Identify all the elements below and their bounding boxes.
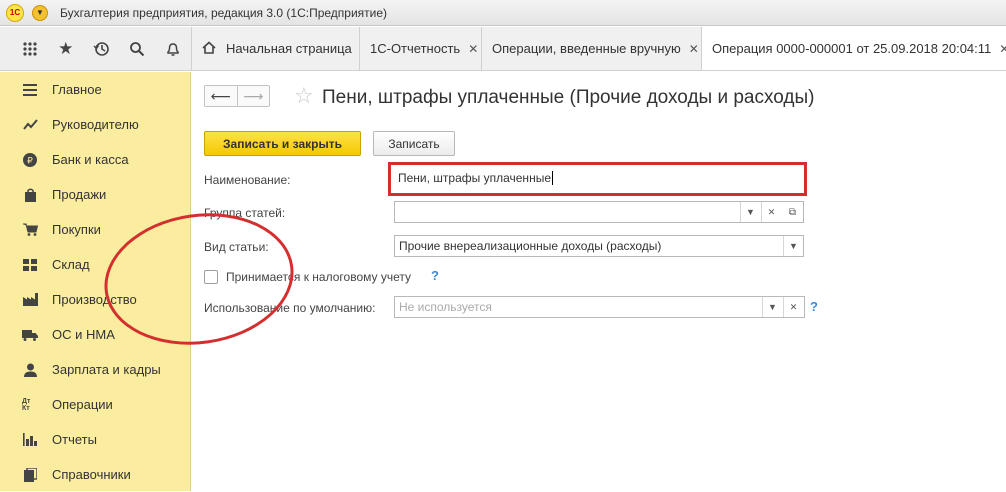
group-input[interactable]: ▼ ✕ [394, 201, 783, 223]
navigation-buttons: ⟵ ⟶ [204, 85, 270, 107]
sidebar-item-label: Банк и касса [52, 152, 129, 167]
tab-label: Начальная страница [226, 41, 352, 56]
sidebar-item-production[interactable]: Производство [0, 282, 190, 317]
save-and-close-button[interactable]: Записать и закрыть [204, 131, 361, 156]
svg-text:₽: ₽ [27, 156, 33, 166]
cart-icon [22, 222, 38, 238]
notifications-bell-icon[interactable] [155, 31, 191, 67]
window-titlebar: 1С ▼ Бухгалтерия предприятия, редакция 3… [0, 0, 1006, 26]
chevron-down-icon: ▼ [746, 207, 755, 217]
clear-button[interactable]: ✕ [783, 297, 803, 317]
type-select-value: Прочие внереализационные доходы (расходы… [399, 239, 662, 253]
person-icon [22, 362, 38, 378]
forward-button[interactable]: ⟶ [236, 86, 270, 106]
chevron-down-icon: ▼ [789, 241, 798, 251]
arrow-left-icon: ⟵ [210, 87, 231, 104]
close-icon[interactable]: ✕ [468, 42, 478, 56]
close-icon[interactable]: ✕ [689, 42, 699, 56]
tab-label: Операция 0000-000001 от 25.09.2018 20:04… [712, 41, 992, 56]
clear-button[interactable]: ✕ [761, 202, 781, 222]
annotation-highlight-box [388, 162, 807, 196]
sidebar-item-label: Покупки [52, 222, 101, 237]
top-toolbar: ★ Начальная страница 1С-Отчетность ✕ Опе… [0, 27, 1006, 71]
sidebar-item-label: Отчеты [52, 432, 97, 447]
sidebar-item-bank-cash[interactable]: ₽ Банк и касса [0, 142, 190, 177]
sidebar-item-purchases[interactable]: Покупки [0, 212, 190, 247]
sidebar-item-label: Зарплата и кадры [52, 362, 161, 377]
sidebar-item-label: Главное [52, 82, 102, 97]
help-icon[interactable]: ? [431, 268, 439, 283]
sidebar-item-label: Склад [52, 257, 90, 272]
tab-label: Операции, введенные вручную [492, 41, 681, 56]
type-select[interactable]: Прочие внереализационные доходы (расходы… [394, 235, 804, 257]
chart-icon [22, 117, 38, 133]
tax-accounting-checkbox[interactable] [204, 270, 218, 284]
chevron-down-icon: ▼ [768, 302, 777, 312]
help-icon[interactable]: ? [810, 299, 818, 314]
sidebar-item-warehouse[interactable]: Склад [0, 247, 190, 282]
1c-logo-icon[interactable]: 1С [6, 3, 24, 22]
back-button[interactable]: ⟵ [205, 86, 237, 106]
favorites-star-icon[interactable]: ★ [48, 31, 84, 67]
close-icon[interactable]: ✕ [999, 42, 1006, 56]
chevron-down-icon: ▼ [36, 8, 44, 17]
clear-icon: ✕ [789, 301, 798, 312]
truck-icon [22, 327, 38, 343]
sidebar-item-label: Руководителю [52, 117, 139, 132]
tab-operation-document[interactable]: Операция 0000-000001 от 25.09.2018 20:04… [702, 27, 1006, 70]
save-button[interactable]: Записать [373, 131, 455, 156]
group-label: Группа статей: [204, 206, 286, 220]
default-usage-input[interactable]: Не используется ▼ ✕ [394, 296, 805, 318]
toolbar-icon-group: ★ [0, 27, 192, 70]
sidebar-item-operations[interactable]: Дт Кт Операции [0, 387, 190, 422]
sidebar-item-sales[interactable]: Продажи [0, 177, 190, 212]
sidebar-item-fixed-assets[interactable]: ОС и НМА [0, 317, 190, 352]
dt-kt-icon: Дт Кт [22, 397, 31, 412]
warehouse-icon [22, 257, 38, 273]
page-title: Пени, штрафы уплаченные (Прочие доходы и… [322, 87, 815, 108]
sidebar-sections: Главное Руководителю ₽ Банк и касса Прод… [0, 72, 191, 491]
default-usage-label: Использование по умолчанию: [204, 301, 376, 315]
tax-accounting-label[interactable]: Принимается к налоговому учету [226, 270, 411, 284]
sidebar-item-manager[interactable]: Руководителю [0, 107, 190, 142]
sidebar-item-label: Справочники [52, 467, 131, 482]
sidebar-item-label: Операции [52, 397, 113, 412]
window-title: Бухгалтерия предприятия, редакция 3.0 (1… [60, 5, 388, 20]
open-button[interactable]: ⧉ [782, 201, 804, 223]
tab-label: 1С-Отчетность [370, 41, 461, 56]
dropdown-button[interactable]: ▼ [783, 236, 803, 256]
name-label: Наименование: [204, 173, 291, 187]
arrow-right-icon: ⟶ [243, 87, 264, 104]
favorite-star-icon[interactable]: ☆ [294, 83, 314, 109]
home-icon [202, 40, 216, 57]
sidebar-item-reports[interactable]: Отчеты [0, 422, 190, 457]
history-icon[interactable] [84, 31, 120, 67]
sidebar-item-label: Продажи [52, 187, 107, 202]
tab-1c-reporting[interactable]: 1С-Отчетность ✕ [360, 27, 482, 70]
default-usage-placeholder: Не используется [399, 300, 492, 314]
sidebar-item-label: Производство [52, 292, 137, 307]
menu-icon [22, 82, 38, 98]
ruble-icon: ₽ [22, 152, 38, 168]
tab-manual-operations[interactable]: Операции, введенные вручную ✕ [482, 27, 702, 70]
dropdown-button[interactable]: ▼ [740, 202, 760, 222]
main-menu-button[interactable]: ▼ [32, 4, 48, 21]
clear-icon: ✕ [767, 206, 776, 217]
sidebar-item-label: ОС и НМА [52, 327, 115, 342]
document-form: ⟵ ⟶ ☆ Пени, штрафы уплаченные (Прочие до… [192, 72, 1006, 491]
dropdown-button[interactable]: ▼ [762, 297, 782, 317]
tab-home[interactable]: Начальная страница [192, 27, 360, 70]
sidebar-item-salary-hr[interactable]: Зарплата и кадры [0, 352, 190, 387]
sidebar-item-directories[interactable]: Справочники [0, 457, 190, 492]
sidebar-item-main[interactable]: Главное [0, 72, 190, 107]
bar-chart-icon [22, 432, 38, 448]
factory-icon [22, 292, 38, 308]
bag-icon [22, 187, 38, 203]
book-icon [22, 467, 38, 483]
apps-grid-icon[interactable] [12, 31, 48, 67]
open-window-icon: ⧉ [788, 206, 797, 218]
search-icon[interactable] [119, 31, 155, 67]
type-label: Вид статьи: [204, 240, 269, 254]
